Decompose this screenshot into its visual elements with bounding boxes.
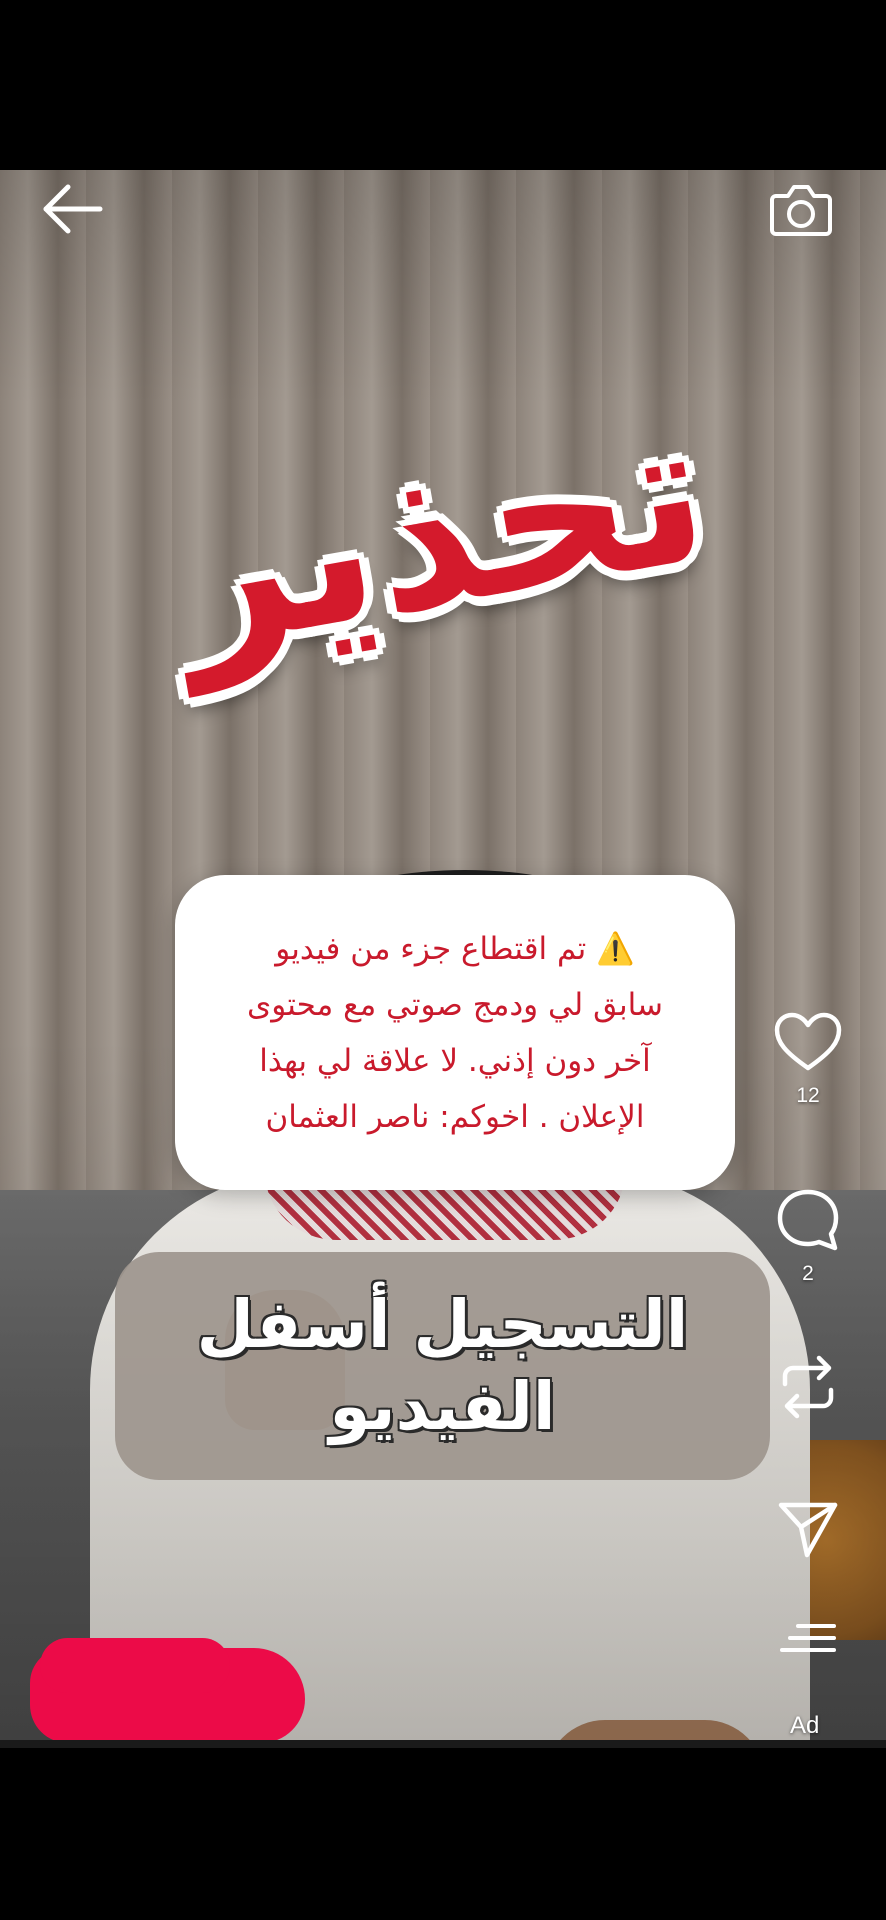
- notice-line: الإعلان . اخوكم: ناصر العثمان: [265, 1098, 645, 1135]
- heart-icon: [774, 1012, 842, 1071]
- like-button[interactable]: 12: [770, 1012, 846, 1108]
- repost-icon: [782, 1355, 834, 1419]
- comment-count: 2: [802, 1262, 814, 1285]
- notice-card: ⚠️ تم اقتطاع جزء من فيديو سابق لي ودمج ص…: [175, 875, 735, 1190]
- arrow-left-icon[interactable]: [40, 183, 106, 235]
- share-button[interactable]: [770, 1497, 846, 1559]
- comment-icon: [777, 1189, 839, 1251]
- camera-icon[interactable]: [768, 178, 834, 240]
- redaction-mark: [30, 1638, 305, 1743]
- caption-box: التسجيل أسفل الفيديو: [115, 1252, 770, 1480]
- screen: تحذير ⚠️ تم اقتطاع جزء من فيديو سابق لي …: [0, 0, 886, 1920]
- menu-lines-icon: [780, 1624, 836, 1652]
- caption-line: الفيديو: [329, 1368, 556, 1445]
- like-count: 12: [796, 1084, 820, 1107]
- notice-line: آخر دون إذني. لا علاقة لي بهذا: [259, 1042, 651, 1079]
- more-button[interactable]: [770, 1620, 846, 1656]
- ad-label: Ad: [790, 1712, 820, 1739]
- notice-line: سابق لي ودمج صوتي مع محتوى: [246, 986, 663, 1023]
- repost-button[interactable]: [770, 1352, 846, 1422]
- comment-button[interactable]: 2: [770, 1188, 846, 1286]
- caption-line: التسجيل أسفل: [196, 1286, 689, 1363]
- bottom-divider: [0, 1740, 886, 1748]
- notice-line: ⚠️ تم اقتطاع جزء من فيديو: [275, 930, 635, 967]
- send-icon: [778, 1502, 838, 1558]
